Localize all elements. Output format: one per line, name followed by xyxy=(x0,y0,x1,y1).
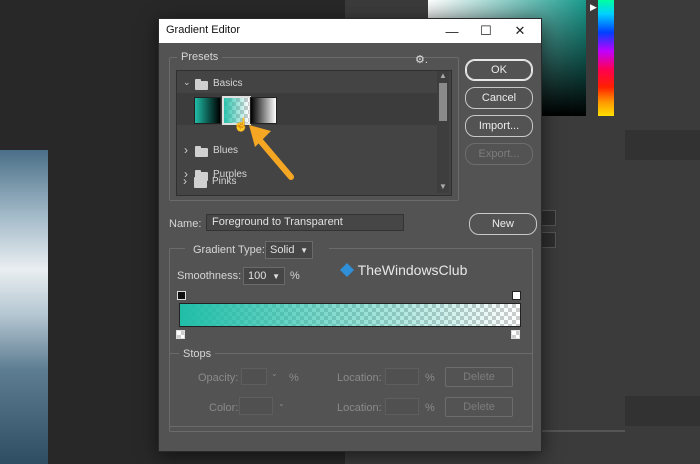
ok-button[interactable]: OK xyxy=(465,59,533,81)
folder-icon xyxy=(195,146,208,157)
folder-icon xyxy=(195,79,208,90)
chevron-down-icon[interactable]: ⌄ xyxy=(183,77,191,88)
opacity-location-input xyxy=(385,368,419,385)
name-input[interactable]: Foreground to Transparent xyxy=(206,214,404,231)
document-photo xyxy=(0,150,48,464)
preset-black-white-swatch[interactable] xyxy=(250,97,277,124)
minimize-icon[interactable]: — xyxy=(435,19,469,43)
chevron-right-icon[interactable]: › xyxy=(184,143,188,157)
new-button[interactable]: New xyxy=(469,213,537,235)
opacity-location-percent: % xyxy=(425,372,435,384)
close-icon[interactable]: ✕ xyxy=(503,19,537,43)
color-location-label: Location: xyxy=(337,402,382,414)
chevron-down-icon: ▼ xyxy=(272,271,280,281)
scroll-thumb[interactable] xyxy=(439,83,447,121)
gradient-type-select[interactable]: Solid ▼ xyxy=(265,241,313,259)
color-location-percent: % xyxy=(425,402,435,414)
watermark: TheWindowsClub xyxy=(340,262,467,278)
color-stop-right[interactable] xyxy=(511,330,520,339)
smoothness-label: Smoothness: xyxy=(177,270,242,282)
opacity-stop-right[interactable] xyxy=(512,291,521,300)
gradient-editor-dialog: Gradient Editor — ☐ ✕ Presets ⚙. ⌄ Basic… xyxy=(158,18,542,452)
maximize-icon[interactable]: ☐ xyxy=(469,19,503,43)
folder-name: Blues xyxy=(213,145,239,156)
panel-divider xyxy=(540,430,625,432)
scroll-down-icon[interactable]: ▼ xyxy=(439,182,447,191)
chevron-right-icon[interactable]: › xyxy=(183,174,187,188)
dialog-title: Gradient Editor xyxy=(166,24,240,36)
preset-folder-pinks-row[interactable]: › Pinks xyxy=(176,172,436,194)
preset-fg-to-bg-swatch[interactable] xyxy=(194,97,221,124)
panel-swatch-2 xyxy=(540,232,556,248)
chevron-down-icon: ▼ xyxy=(300,245,308,255)
hue-marker-icon[interactable]: ▶ xyxy=(590,2,597,13)
hue-slider[interactable] xyxy=(598,0,614,116)
chevron-down-icon: ⌄ xyxy=(278,399,285,408)
smoothness-select[interactable]: 100 ▼ xyxy=(243,267,285,285)
gear-icon[interactable]: ⚙. xyxy=(415,53,428,66)
import-button[interactable]: Import... xyxy=(465,115,533,137)
color-label: Color: xyxy=(209,402,239,414)
folder-icon xyxy=(194,177,207,188)
color-swatch-input xyxy=(239,397,273,415)
opacity-delete-button: Delete xyxy=(445,367,513,387)
cancel-button[interactable]: Cancel xyxy=(465,87,533,109)
opacity-label: Opacity: xyxy=(198,372,239,384)
color-location-input xyxy=(385,398,419,415)
panel-tab-strip xyxy=(625,130,700,160)
gradient-type-value: Solid xyxy=(270,244,295,256)
chevron-down-icon: ⌄ xyxy=(271,369,278,378)
panel-swatch xyxy=(540,210,556,226)
opacity-input xyxy=(241,368,267,385)
color-stop-left[interactable] xyxy=(176,330,185,339)
gradient-type-label: Gradient Type: xyxy=(193,244,265,256)
watermark-text: TheWindowsClub xyxy=(357,262,468,278)
presets-label: Presets xyxy=(177,51,223,63)
panel-tab-strip-lower xyxy=(625,396,700,426)
opacity-location-label: Location: xyxy=(337,372,382,384)
annotation-arrow-icon xyxy=(249,125,294,180)
folder-name: Basics xyxy=(213,78,243,89)
folder-name: Pinks xyxy=(212,176,237,187)
opacity-percent: % xyxy=(289,372,299,384)
preset-folder-blues[interactable]: › Blues xyxy=(177,141,437,163)
stops-label: Stops xyxy=(179,348,216,360)
percent-sign: % xyxy=(290,270,300,282)
smoothness-value: 100 xyxy=(248,270,267,282)
opacity-stop-left[interactable] xyxy=(177,291,186,300)
title-bar[interactable]: Gradient Editor — ☐ ✕ xyxy=(159,19,541,43)
preset-scrollbar[interactable]: ▲ ▼ xyxy=(437,71,449,193)
scroll-up-icon[interactable]: ▲ xyxy=(439,71,447,80)
export-button: Export... xyxy=(465,143,533,165)
windows-logo-icon xyxy=(340,263,354,277)
gradient-fill xyxy=(180,304,520,326)
color-delete-button: Delete xyxy=(445,397,513,417)
gradient-preview-bar[interactable] xyxy=(179,303,521,327)
name-label: Name: xyxy=(169,218,202,230)
